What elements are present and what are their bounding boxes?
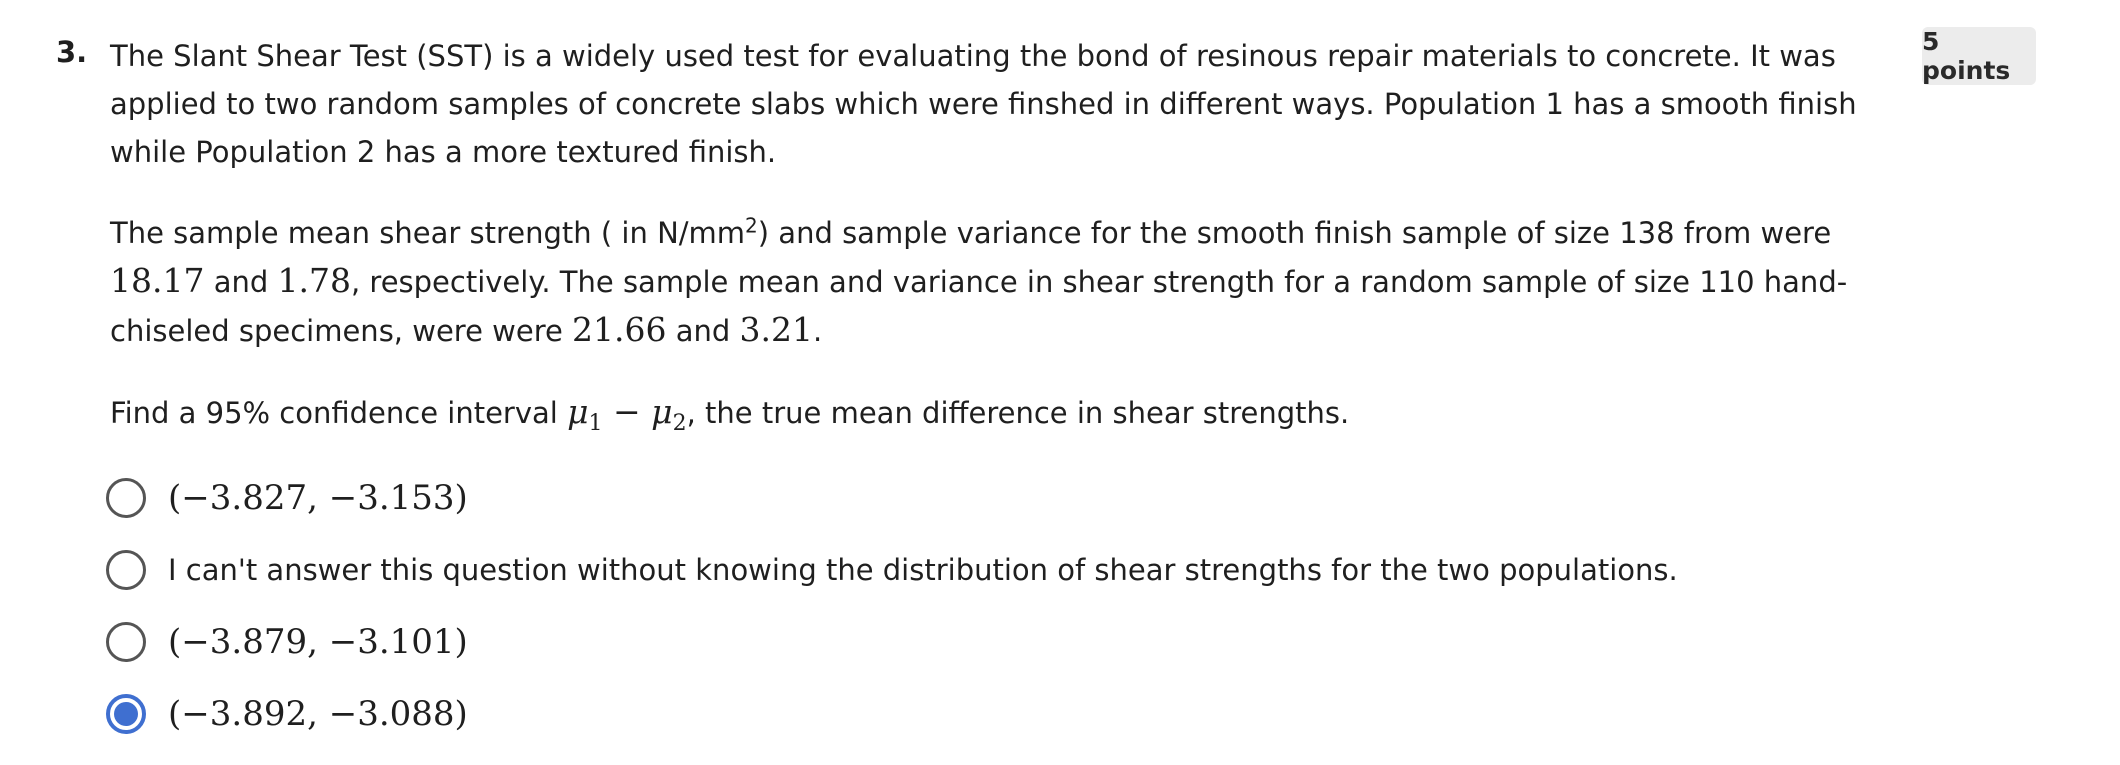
text-span: , respectively. The sample mean and vari…: [110, 265, 1848, 348]
math-minus: −: [602, 392, 652, 431]
text-span: .: [813, 314, 823, 348]
math-subscript: 2: [672, 410, 687, 436]
math-value: 21.66: [572, 310, 667, 349]
answer-options: (−3.827, −3.153) I can't answer this que…: [106, 462, 1678, 750]
radio-button[interactable]: [106, 478, 146, 518]
question-body: The Slant Shear Test (SST) is a widely u…: [110, 32, 1900, 437]
text-span: ) and sample variance for the smooth fin…: [757, 216, 1832, 250]
answer-option-2[interactable]: I can't answer this question without kno…: [106, 534, 1678, 606]
question-paragraph-1: The Slant Shear Test (SST) is a widely u…: [110, 39, 1857, 169]
answer-option-label: I can't answer this question without kno…: [168, 553, 1678, 587]
points-badge: 5 points: [1922, 27, 2036, 85]
answer-option-label: (−3.879, −3.101): [168, 622, 468, 662]
math-value: 3.21: [739, 310, 814, 349]
text-span: Find a 95% confidence interval: [110, 396, 568, 430]
question-number: 3.: [56, 35, 88, 69]
math-mu: μ: [651, 392, 673, 431]
radio-button-selected[interactable]: [106, 694, 146, 734]
superscript-2: 2: [745, 213, 758, 238]
text-span: and: [204, 265, 278, 299]
radio-button[interactable]: [106, 622, 146, 662]
text-span: , the true mean difference in shear stre…: [686, 396, 1350, 430]
math-value: 18.17: [110, 261, 205, 300]
question-paragraph-3: Find a 95% confidence interval μ1 − μ2, …: [110, 388, 1900, 437]
text-span: The sample mean shear strength ( in N/mm: [110, 216, 746, 250]
answer-option-4[interactable]: (−3.892, −3.088): [106, 678, 1678, 750]
answer-option-3[interactable]: (−3.879, −3.101): [106, 606, 1678, 678]
radio-button[interactable]: [106, 550, 146, 590]
answer-option-label: (−3.892, −3.088): [168, 694, 468, 734]
math-subscript: 1: [588, 410, 603, 436]
question-paragraph-2: The sample mean shear strength ( in N/mm…: [110, 209, 1900, 355]
answer-option-1[interactable]: (−3.827, −3.153): [106, 462, 1678, 534]
text-span: and: [666, 314, 740, 348]
math-value: 1.78: [277, 261, 351, 300]
radio-dot: [114, 702, 138, 726]
answer-option-label: (−3.827, −3.153): [168, 478, 468, 518]
question-card: 3. 5 points The Slant Shear Test (SST) i…: [0, 0, 2120, 765]
math-mu: μ: [567, 392, 589, 431]
